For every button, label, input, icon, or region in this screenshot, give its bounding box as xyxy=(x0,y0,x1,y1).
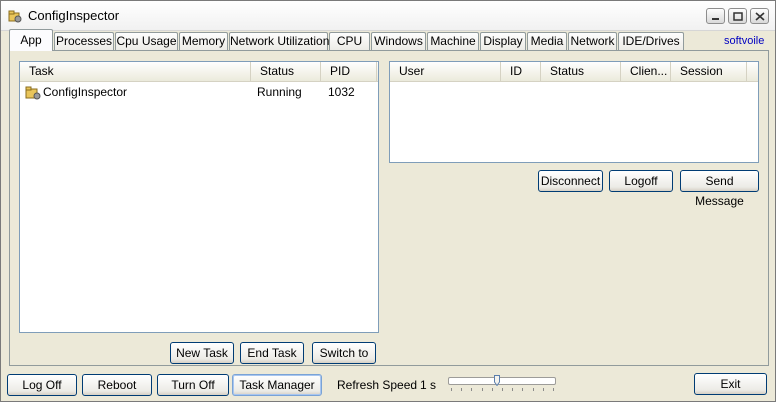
tab-media[interactable]: Media xyxy=(527,32,567,50)
users-list-header: User ID Status Clien... Session xyxy=(390,62,758,82)
folder-gear-icon xyxy=(8,10,22,23)
tab-cpu[interactable]: CPU xyxy=(329,32,370,50)
exit-button[interactable]: Exit xyxy=(694,373,767,395)
column-header-client[interactable]: Clien... xyxy=(621,62,671,82)
new-task-button[interactable]: New Task xyxy=(170,342,234,364)
logoff-button[interactable]: Logoff xyxy=(609,170,673,192)
close-icon xyxy=(755,12,765,21)
refresh-speed-slider[interactable] xyxy=(448,375,556,399)
slider-thumb[interactable] xyxy=(494,375,500,386)
send-message-button[interactable]: Send Message xyxy=(680,170,759,208)
tab-label: Network Utilization xyxy=(230,34,330,48)
app-window: ConfigInspector App Processes Cpu Usage … xyxy=(0,0,776,402)
tab-network[interactable]: Network xyxy=(568,32,617,50)
tab-label: Media xyxy=(530,34,564,48)
title-bar[interactable]: ConfigInspector xyxy=(1,1,775,31)
close-button[interactable] xyxy=(750,8,769,24)
tab-app[interactable]: App xyxy=(9,29,53,51)
column-header-pid[interactable]: PID xyxy=(321,62,377,82)
column-header-task[interactable]: Task xyxy=(20,62,251,82)
tab-label: Machine xyxy=(430,34,476,48)
tab-label: Processes xyxy=(55,34,113,48)
tab-label: Cpu Usage xyxy=(116,34,177,48)
tab-display[interactable]: Display xyxy=(480,32,526,50)
tab-memory[interactable]: Memory xyxy=(179,32,228,50)
minimize-icon xyxy=(712,18,719,20)
refresh-speed-label: Refresh Speed xyxy=(337,378,418,392)
tasks-list[interactable]: Task Status PID ConfigInspector Running … xyxy=(19,61,379,333)
softvoile-link[interactable]: softvoile xyxy=(724,35,764,47)
reboot-button[interactable]: Reboot xyxy=(82,374,152,396)
task-pid: 1032 xyxy=(328,85,355,99)
refresh-speed-value: 1 s xyxy=(420,378,437,392)
task-status: Running xyxy=(257,85,302,99)
tab-label: Network xyxy=(570,34,615,48)
tab-windows[interactable]: Windows xyxy=(371,32,426,50)
tab-label: Memory xyxy=(181,34,226,48)
tab-label: CPU xyxy=(336,34,363,48)
tab-label: App xyxy=(20,33,42,47)
tab-network-utilization[interactable]: Network Utilization xyxy=(229,32,330,50)
column-header-user[interactable]: User xyxy=(390,62,501,82)
tab-ide-drives[interactable]: IDE/Drives xyxy=(618,32,684,50)
tab-label: Display xyxy=(483,34,523,48)
column-header-status[interactable]: Status xyxy=(251,62,321,82)
turn-off-button[interactable]: Turn Off xyxy=(157,374,229,396)
slider-track xyxy=(448,377,556,385)
tab-processes[interactable]: Processes xyxy=(54,32,114,50)
column-header-status[interactable]: Status xyxy=(541,62,621,82)
task-name: ConfigInspector xyxy=(43,85,128,99)
tab-label: IDE/Drives xyxy=(622,34,680,48)
task-manager-button[interactable]: Task Manager xyxy=(232,374,322,396)
switch-to-button[interactable]: Switch to xyxy=(312,342,376,364)
tab-cpu-usage[interactable]: Cpu Usage xyxy=(115,32,178,50)
tab-label: Windows xyxy=(374,34,423,48)
table-row[interactable]: ConfigInspector Running 1032 xyxy=(20,83,378,101)
column-header-session[interactable]: Session xyxy=(671,62,747,82)
disconnect-button[interactable]: Disconnect xyxy=(538,170,603,192)
users-list[interactable]: User ID Status Clien... Session xyxy=(389,61,759,163)
column-header-id[interactable]: ID xyxy=(501,62,541,82)
end-task-button[interactable]: End Task xyxy=(240,342,304,364)
log-off-button[interactable]: Log Off xyxy=(7,374,77,396)
minimize-button[interactable] xyxy=(706,8,725,24)
tab-machine[interactable]: Machine xyxy=(427,32,479,50)
maximize-button[interactable] xyxy=(728,8,747,24)
slider-ticks xyxy=(451,388,554,391)
tasks-list-header: Task Status PID xyxy=(20,62,378,82)
app-icon xyxy=(25,86,41,100)
maximize-icon xyxy=(733,12,743,21)
window-title: ConfigInspector xyxy=(28,8,120,23)
